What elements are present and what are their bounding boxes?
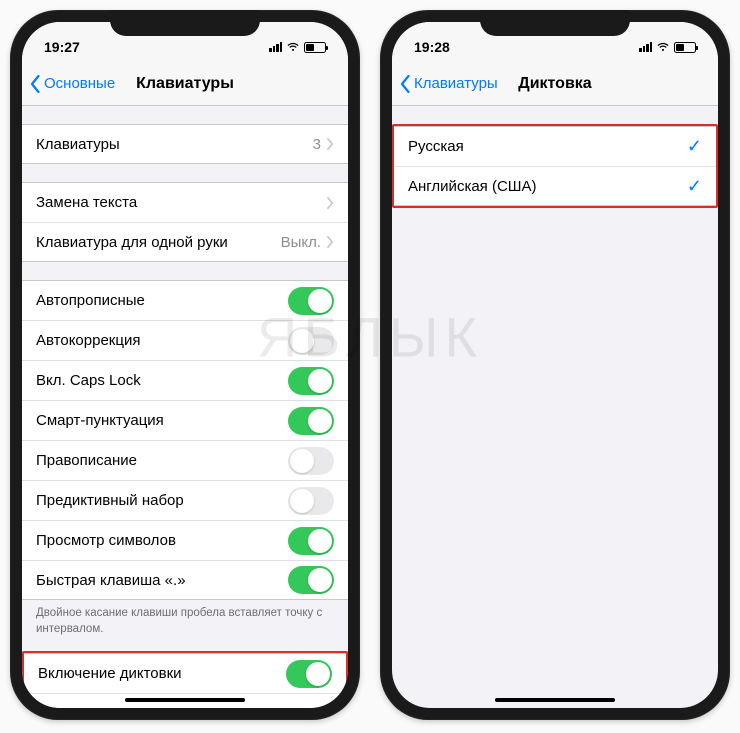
cell-label: Замена текста [36, 194, 327, 211]
cell-capslock[interactable]: Вкл. Caps Lock [22, 360, 348, 400]
checkmark-icon: ✓ [687, 176, 702, 197]
group-toggles: Автопрописные Автокоррекция Вкл. Caps Lo… [22, 280, 348, 600]
group-keyboards-count: Клавиатуры 3 [22, 124, 348, 164]
cell-label: Автокоррекция [36, 332, 288, 349]
cell-language-english-us[interactable]: Английская (США) ✓ [394, 166, 716, 206]
cell-label: Вкл. Caps Lock [36, 372, 288, 389]
chevron-right-icon [327, 138, 334, 150]
cell-charpreview[interactable]: Просмотр символов [22, 520, 348, 560]
cell-label: Правописание [36, 452, 288, 469]
cell-label: Быстрая клавиша «.» [36, 572, 288, 589]
cell-language-russian[interactable]: Русская ✓ [394, 126, 716, 166]
chevron-right-icon [325, 707, 332, 708]
wifi-icon [656, 40, 670, 54]
status-time: 19:27 [44, 39, 80, 55]
nav-bar: Основные Клавиатуры [22, 62, 348, 106]
group-languages: Русская ✓ Английская (США) ✓ [392, 124, 718, 208]
wifi-icon [286, 40, 300, 54]
cell-label: Английская (США) [408, 178, 687, 195]
cell-keyboards[interactable]: Клавиатуры 3 [22, 124, 348, 164]
status-indicators [269, 40, 326, 54]
back-button[interactable]: Клавиатуры [392, 75, 498, 93]
chevron-left-icon [30, 75, 40, 93]
chevron-right-icon [327, 197, 334, 209]
phone-left: 19:27 Основные Клавиатуры Клавиатуры [10, 10, 360, 720]
group-footer: Двойное касание клавиши пробела вставляе… [22, 600, 348, 637]
cell-autocorrect[interactable]: Автокоррекция [22, 320, 348, 360]
status-indicators [639, 40, 696, 54]
home-indicator[interactable] [125, 698, 245, 702]
toggle-periodshortcut[interactable] [288, 566, 334, 594]
back-button[interactable]: Основные [22, 75, 115, 93]
back-label: Основные [44, 75, 115, 92]
cell-label: Автопрописные [36, 292, 288, 309]
toggle-smartpunct[interactable] [288, 407, 334, 435]
toggle-autocapitalize[interactable] [288, 287, 334, 315]
cell-label: Просмотр символов [36, 532, 288, 549]
cell-label: Русская [408, 138, 687, 155]
home-indicator[interactable] [495, 698, 615, 702]
cell-label: Включение диктовки [38, 665, 286, 682]
phone-right: 19:28 Клавиатуры Диктовка Русская [380, 10, 730, 720]
cell-periodshortcut[interactable]: Быстрая клавиша «.» [22, 560, 348, 600]
settings-content: Русская ✓ Английская (США) ✓ [392, 106, 718, 708]
cell-predictive[interactable]: Предиктивный набор [22, 480, 348, 520]
cell-label: Клавиатуры [36, 136, 313, 153]
cell-detail: 3 [313, 136, 321, 153]
cell-label: Клавиатура для одной руки [36, 234, 281, 251]
settings-content: Клавиатуры 3 Замена текста Клавиатура дл… [22, 106, 348, 708]
cell-smartpunct[interactable]: Смарт-пунктуация [22, 400, 348, 440]
toggle-spelling[interactable] [288, 447, 334, 475]
cell-label: Смарт-пунктуация [36, 412, 288, 429]
toggle-autocorrect[interactable] [288, 327, 334, 355]
battery-icon [304, 42, 326, 53]
back-label: Клавиатуры [414, 75, 498, 92]
battery-icon [674, 42, 696, 53]
checkmark-icon: ✓ [687, 136, 702, 157]
status-time: 19:28 [414, 39, 450, 55]
nav-bar: Клавиатуры Диктовка [392, 62, 718, 106]
notch [110, 10, 260, 36]
cell-autocapitalize[interactable]: Автопрописные [22, 280, 348, 320]
toggle-charpreview[interactable] [288, 527, 334, 555]
cellular-signal-icon [269, 42, 282, 52]
cell-label: Диктовка [38, 705, 325, 708]
group-text-options: Замена текста Клавиатура для одной руки … [22, 182, 348, 262]
chevron-right-icon [327, 236, 334, 248]
cell-spelling[interactable]: Правописание [22, 440, 348, 480]
cell-detail: Выкл. [281, 234, 321, 251]
toggle-predictive[interactable] [288, 487, 334, 515]
notch [480, 10, 630, 36]
cell-text-replacement[interactable]: Замена текста [22, 182, 348, 222]
chevron-left-icon [400, 75, 410, 93]
cellular-signal-icon [639, 42, 652, 52]
toggle-capslock[interactable] [288, 367, 334, 395]
cell-one-handed[interactable]: Клавиатура для одной руки Выкл. [22, 222, 348, 262]
toggle-dictation[interactable] [286, 660, 332, 688]
cell-label: Предиктивный набор [36, 492, 288, 509]
cell-enable-dictation[interactable]: Включение диктовки [24, 653, 346, 693]
